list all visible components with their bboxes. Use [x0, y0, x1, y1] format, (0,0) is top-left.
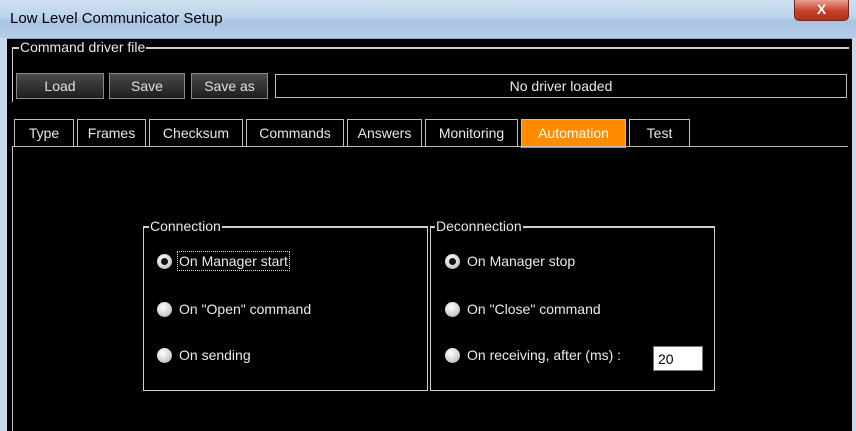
tab-answers[interactable]: Answers [347, 119, 422, 146]
deconnection-option-manager-stop[interactable]: On Manager stop [445, 252, 575, 270]
window-title: Low Level Communicator Setup [10, 10, 223, 27]
command-driver-group-title: Command driver file [19, 39, 147, 55]
tab-automation[interactable]: Automation [521, 119, 626, 148]
receiving-delay-ms-input[interactable] [653, 346, 703, 371]
radio-icon [157, 302, 172, 317]
radio-icon [445, 348, 460, 363]
connection-option-on-sending[interactable]: On sending [157, 346, 251, 364]
radio-checked-icon [157, 254, 172, 269]
close-button[interactable]: X [794, 0, 849, 21]
tab-frames[interactable]: Frames [77, 119, 146, 146]
tab-test[interactable]: Test [629, 119, 690, 146]
radio-checked-icon [445, 254, 460, 269]
title-bar: Low Level Communicator Setup X [0, 0, 856, 39]
deconnection-option-close-command[interactable]: On "Close" command [445, 300, 601, 318]
radio-icon [445, 302, 460, 317]
tab-type[interactable]: Type [14, 119, 74, 146]
connection-option-open-command[interactable]: On "Open" command [157, 300, 311, 318]
tab-content-border [12, 146, 13, 431]
load-button[interactable]: Load [16, 73, 104, 99]
tab-checksum[interactable]: Checksum [149, 119, 243, 146]
radio-icon [157, 348, 172, 363]
tab-commands[interactable]: Commands [246, 119, 344, 146]
save-as-button[interactable]: Save as [191, 73, 268, 99]
window-frame-left [0, 38, 7, 431]
window-frame-right [852, 38, 856, 431]
deconnection-group-title: Deconnection [435, 218, 523, 234]
connection-group-title: Connection [149, 218, 222, 234]
tab-divider [12, 146, 848, 147]
tab-monitoring[interactable]: Monitoring [425, 119, 518, 146]
close-icon: X [816, 1, 827, 17]
save-button[interactable]: Save [109, 73, 185, 99]
driver-status-field: No driver loaded [275, 74, 847, 98]
deconnection-option-on-receiving[interactable]: On receiving, after (ms) : [445, 346, 621, 364]
connection-option-manager-start[interactable]: On Manager start [157, 251, 290, 271]
